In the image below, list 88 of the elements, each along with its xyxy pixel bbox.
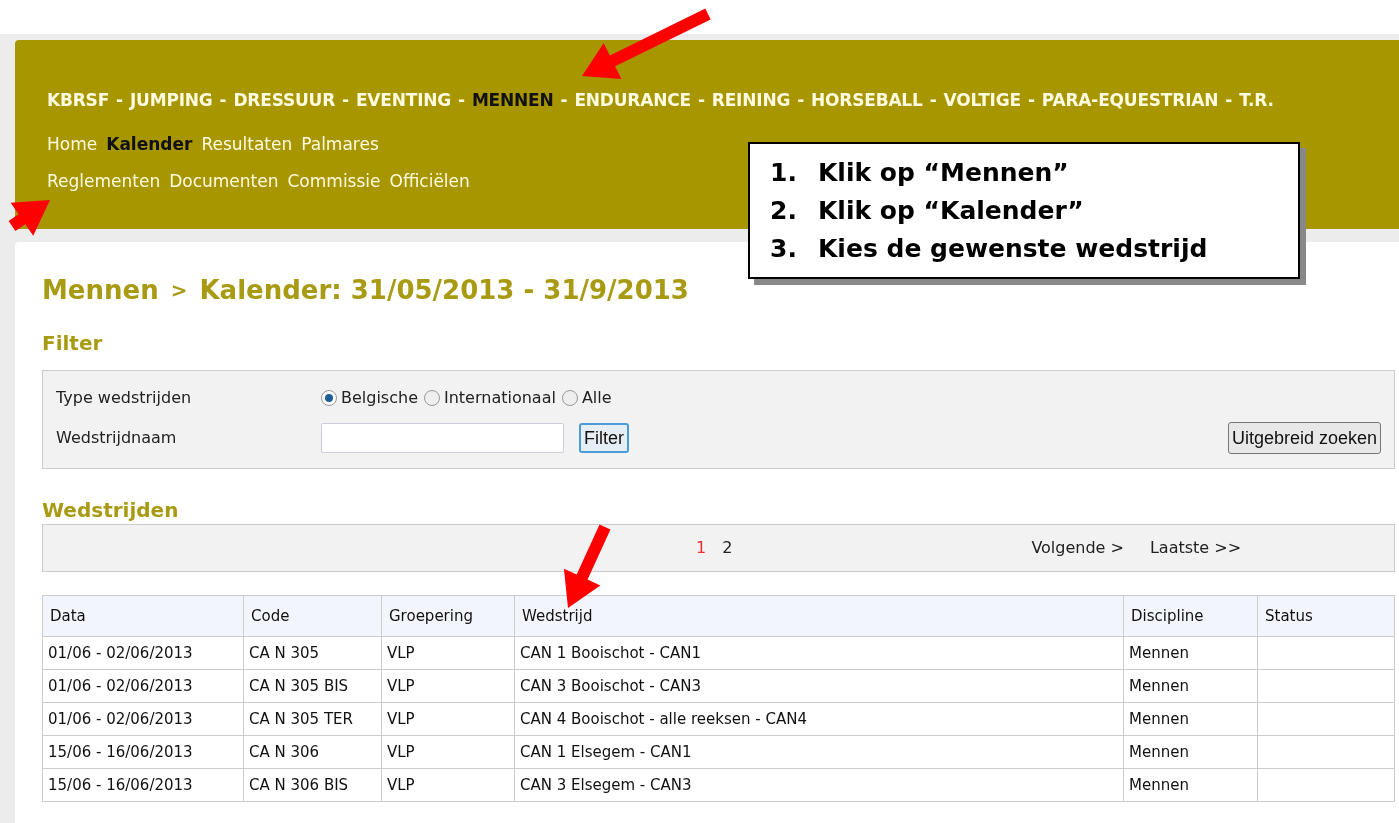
- table-cell-text: 01/06 - 02/06/2013: [48, 708, 193, 730]
- sport-nav-link[interactable]: ENDURANCE: [574, 88, 691, 114]
- competition-link[interactable]: CAN 1 Elsegem - CAN1: [520, 740, 692, 764]
- breadcrumb-link[interactable]: Mennen: [42, 270, 159, 310]
- sport-nav-link[interactable]: PARA-EQUESTRIAN: [1041, 88, 1219, 114]
- table-cell-text: VLP: [387, 708, 415, 730]
- radio-button[interactable]: [561, 390, 578, 406]
- field-label: Type wedstrijden: [56, 387, 193, 409]
- step-number: 2.: [770, 194, 798, 227]
- table-cell-text: VLP: [387, 675, 415, 697]
- nav-separator: -: [697, 89, 705, 112]
- section-title: Wedstrijden: [42, 497, 180, 523]
- section-nav-link[interactable]: Home: [47, 131, 98, 157]
- radio-label: Belgische: [341, 387, 418, 409]
- table-cell-text: CA N 306 BIS: [249, 774, 349, 796]
- table-cell-text: CA N 306: [249, 741, 320, 763]
- table-cell-text: Mennen: [1129, 774, 1189, 796]
- table-cell-text: 15/06 - 16/06/2013: [48, 774, 193, 796]
- radio-option[interactable]: Alle: [561, 386, 612, 410]
- section-nav-link[interactable]: Kalender: [106, 131, 193, 157]
- nav-separator: -: [116, 89, 123, 112]
- step-number: 3.: [770, 232, 798, 265]
- sport-nav-link[interactable]: DRESSUUR: [233, 88, 336, 114]
- nav-separator: -: [560, 89, 568, 112]
- table-cell-text: CA N 305 TER: [249, 708, 353, 730]
- page-title: Kalender: 31/05/2013 - 31/9/2013: [199, 273, 689, 307]
- radio-option[interactable]: Belgische: [321, 386, 418, 410]
- last-page-link[interactable]: Laatste >>: [1149, 536, 1242, 560]
- table-cell-text: VLP: [387, 774, 415, 796]
- radio-option[interactable]: Internationaal: [424, 386, 556, 410]
- competition-link[interactable]: CAN 1 Booischot - CAN1: [520, 641, 701, 665]
- sport-nav-link[interactable]: EVENTING: [355, 88, 452, 114]
- column-header: Status: [1258, 596, 1395, 637]
- column-header: Discipline: [1124, 596, 1258, 637]
- column-header: Data: [43, 596, 244, 637]
- table-cell-text: CA N 305: [249, 642, 320, 664]
- column-header: Code: [244, 596, 382, 637]
- nav-separator: -: [797, 89, 805, 112]
- radio-label: Internationaal: [444, 387, 556, 409]
- sport-nav-link[interactable]: KBRSF: [47, 88, 110, 114]
- sport-nav-link[interactable]: T.R.: [1239, 88, 1274, 114]
- nav-separator: -: [1027, 89, 1035, 112]
- radio-label: Alle: [581, 387, 612, 409]
- step-text: Klik op “Kalender”: [818, 194, 1084, 227]
- sport-nav-link[interactable]: HORSEBALL: [811, 88, 923, 114]
- advanced-search-button[interactable]: Uitgebreid zoeken: [1227, 422, 1381, 454]
- nav-separator: -: [929, 89, 937, 112]
- nav-separator: -: [1225, 89, 1233, 112]
- competition-link[interactable]: CAN 3 Booischot - CAN3: [520, 674, 701, 698]
- table-cell-text: Mennen: [1129, 642, 1189, 664]
- nav-separator: -: [219, 89, 227, 112]
- page-link[interactable]: 1: [696, 536, 707, 560]
- name-input-field[interactable]: [321, 423, 564, 453]
- filter-button[interactable]: Filter: [579, 423, 629, 453]
- competition-link[interactable]: CAN 3 Elsegem - CAN3: [520, 773, 692, 797]
- sport-nav-link[interactable]: VOLTIGE: [943, 88, 1021, 114]
- section-nav-link[interactable]: Documenten: [169, 169, 279, 195]
- step-text: Klik op “Mennen”: [818, 156, 1069, 189]
- sport-nav-link[interactable]: REINING: [711, 88, 791, 114]
- table-cell-text: Mennen: [1129, 675, 1189, 697]
- radio-button[interactable]: [321, 390, 337, 406]
- step-number: 1.: [770, 156, 798, 189]
- field-label: Wedstrijdnaam: [56, 427, 178, 449]
- step-text: Kies de gewenste wedstrijd: [818, 232, 1208, 265]
- competition-link[interactable]: CAN 4 Booischot - alle reeksen - CAN4: [520, 707, 807, 731]
- section-nav-link[interactable]: Reglementen: [47, 169, 161, 195]
- next-page-link[interactable]: Volgende >: [1031, 536, 1124, 560]
- section-nav-link[interactable]: Officiëlen: [389, 169, 470, 195]
- table-cell-text: Mennen: [1129, 741, 1189, 763]
- table-cell-text: 15/06 - 16/06/2013: [48, 741, 193, 763]
- page-link[interactable]: 2: [722, 536, 733, 560]
- radio-button[interactable]: [424, 390, 440, 406]
- table-cell-text: 01/06 - 02/06/2013: [48, 675, 193, 697]
- table-cell-text: VLP: [387, 741, 415, 763]
- sport-nav-link[interactable]: JUMPING: [129, 88, 213, 114]
- breadcrumb-separator: >: [170, 277, 188, 304]
- section-nav-link[interactable]: Commissie: [287, 169, 381, 195]
- section-nav-link[interactable]: Palmares: [301, 131, 379, 157]
- section-title: Filter: [42, 330, 104, 356]
- nav-separator: -: [458, 89, 465, 112]
- table-cell-text: VLP: [387, 642, 415, 664]
- table-cell-text: 01/06 - 02/06/2013: [48, 642, 193, 664]
- table-cell-text: CA N 305 BIS: [249, 675, 349, 697]
- column-header: Groepering: [382, 596, 515, 637]
- table-cell-text: Mennen: [1129, 708, 1189, 730]
- sport-nav-link[interactable]: MENNEN: [471, 88, 554, 114]
- nav-separator: -: [342, 89, 349, 112]
- section-nav-link[interactable]: Resultaten: [201, 131, 293, 157]
